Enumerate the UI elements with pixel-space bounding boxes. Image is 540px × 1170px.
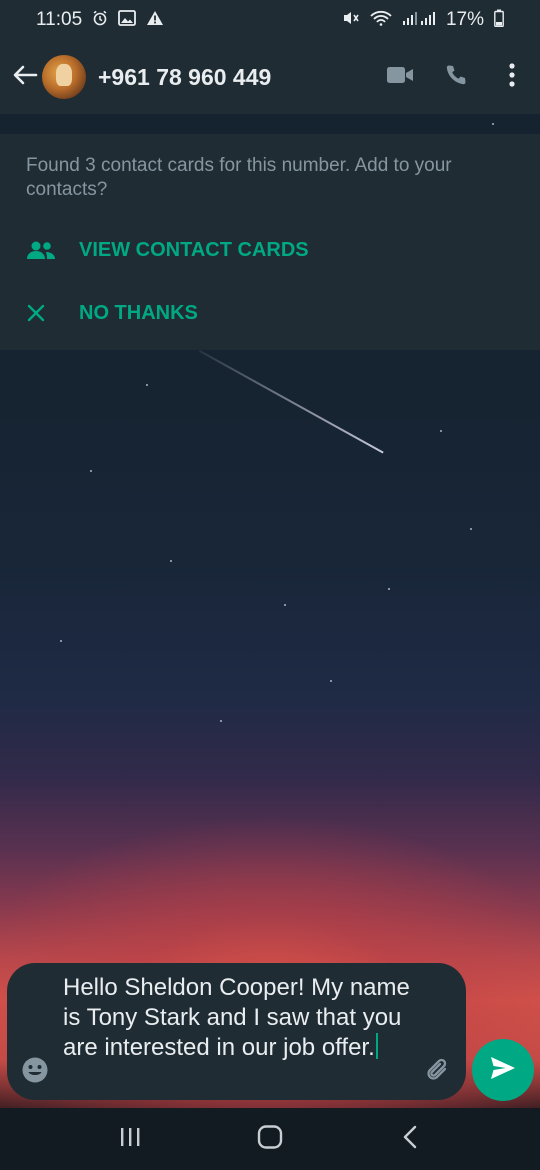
wallpaper-star (146, 384, 148, 386)
status-bar: 11:05 17% (0, 0, 540, 40)
close-icon (26, 303, 58, 323)
status-time: 11:05 (36, 9, 83, 30)
wallpaper-star (492, 123, 494, 125)
emoji-button[interactable] (21, 1056, 49, 1084)
wallpaper-star (220, 720, 222, 722)
message-input-text: Hello Sheldon Cooper! My name is Tony St… (63, 974, 410, 1061)
send-button[interactable] (472, 1039, 534, 1101)
no-thanks-label: NO THANKS (79, 301, 198, 324)
contact-number-title[interactable]: +961 78 960 449 (98, 64, 372, 91)
back-icon (402, 1125, 418, 1154)
wallpaper-star (470, 528, 472, 530)
wallpaper-star (90, 470, 92, 472)
more-options-button[interactable] (484, 40, 540, 114)
wallpaper-meteor (199, 350, 384, 454)
alarm-icon (92, 10, 108, 30)
attach-button[interactable] (423, 1055, 453, 1085)
wallpaper-star (388, 588, 390, 590)
text-cursor (375, 1033, 378, 1059)
contacts-group-icon (26, 240, 58, 260)
wallpaper-star (440, 430, 442, 432)
contact-cards-banner: Found 3 contact cards for this number. A… (0, 134, 540, 350)
more-options-icon (508, 62, 516, 93)
system-nav-bar (0, 1108, 540, 1170)
video-call-icon (386, 65, 414, 90)
no-thanks-button[interactable]: NO THANKS (26, 293, 198, 333)
recents-icon (119, 1127, 141, 1152)
recents-button[interactable] (100, 1108, 160, 1170)
video-call-button[interactable] (372, 40, 428, 114)
home-icon (257, 1124, 283, 1154)
message-input[interactable]: Hello Sheldon Cooper! My name is Tony St… (63, 973, 413, 1063)
mute-icon (342, 10, 360, 30)
signal-icon (402, 10, 436, 30)
voice-call-icon (444, 63, 468, 92)
message-composer: Hello Sheldon Cooper! My name is Tony St… (7, 963, 466, 1100)
banner-message: Found 3 contact cards for this number. A… (26, 155, 452, 200)
view-contact-cards-label: VIEW CONTACT CARDS (79, 238, 309, 261)
battery-icon (494, 9, 504, 31)
wallpaper-star (170, 560, 172, 562)
wallpaper-star (284, 604, 286, 606)
back-arrow-icon (12, 64, 38, 91)
wifi-icon (370, 10, 392, 30)
send-icon (489, 1055, 517, 1086)
battery-percent: 17% (445, 9, 484, 30)
wallpaper-star (60, 640, 62, 642)
attach-icon (423, 1058, 453, 1089)
contact-avatar[interactable] (42, 55, 86, 99)
back-button[interactable] (8, 40, 42, 114)
voice-call-button[interactable] (428, 40, 484, 114)
image-icon (118, 10, 137, 30)
wallpaper-star (330, 680, 332, 682)
emoji-icon (21, 1057, 49, 1088)
home-button[interactable] (240, 1108, 300, 1170)
system-back-button[interactable] (380, 1108, 440, 1170)
warning-icon (146, 10, 164, 30)
view-contact-cards-button[interactable]: VIEW CONTACT CARDS (26, 230, 309, 270)
chat-header: +961 78 960 449 (0, 40, 540, 114)
